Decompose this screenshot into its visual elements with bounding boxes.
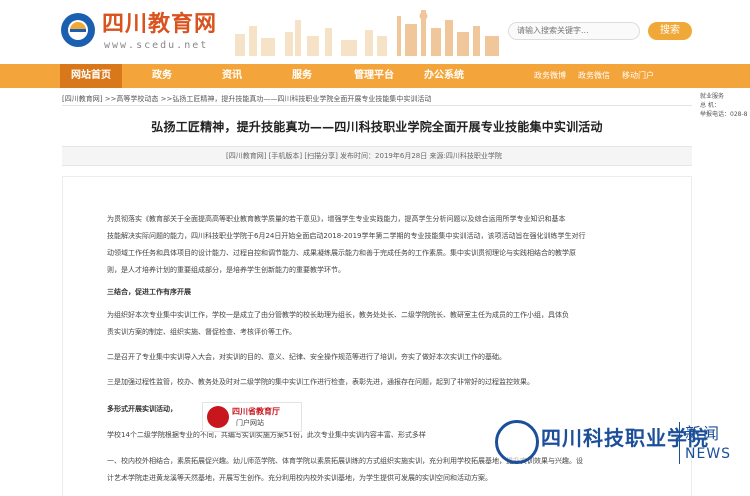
main-nav: 网站首页 政务 资讯 服务 管理平台 办公系统 政务微博 政务微信 移动门户 [0, 64, 750, 88]
nav-item-home[interactable]: 网站首页 [60, 64, 122, 88]
nav-item-weibo[interactable]: 政务微博 [534, 64, 566, 88]
site-logo-icon[interactable] [60, 12, 96, 48]
badge-title: 四川省教育厅 [232, 407, 280, 416]
section-heading: 三结合，促进工作有序开展 [107, 288, 191, 296]
side-contact-panel: 就业服务 总 机： 举报电话：028-8 [700, 92, 750, 122]
divider [62, 105, 692, 106]
watermark-news-cn: 新闻 [685, 424, 722, 443]
paragraph: 技能解决实际问题的能力，四川科技职业学院于6月24日开始全面启动2018-201… [107, 232, 586, 240]
breadcrumb: [四川教育网] >>高等学校动态 >>弘扬工匠精神，提升技能真功——四川科技职业… [62, 92, 692, 106]
article-title: 弘扬工匠精神，提升技能真功——四川科技职业学院全面开展专业技能集中实训活动 [151, 120, 603, 134]
paragraph: 为组织好本次专业集中实训工作，学校一是成立了由分管教学的校长助理为组长，教务处处… [107, 311, 569, 319]
side-line-report: 举报电话：028-8 [700, 111, 748, 118]
paragraph: 计艺术学院走进黄龙溪等天然基地，开展写生创作。充分利用校内校外实训基地，为学生提… [107, 474, 492, 482]
section-heading: 多形式开展实训活动， [107, 405, 177, 413]
watermark-divider [679, 422, 680, 464]
nav-item-mobile[interactable]: 移动门户 [622, 64, 654, 88]
nav-item-management[interactable]: 管理平台 [354, 64, 394, 88]
breadcrumb-item-article: >>弘扬工匠精神，提升技能真功——四川科技职业学院全面开展专业技能集中实训活动 [160, 95, 432, 103]
badge-subtitle: 门户网站 [236, 419, 264, 427]
watermark-school-name: 四川科技职业学院 [541, 426, 709, 450]
paragraph: 为贯彻落实《教育部关于全面提高高等职业教育教学质量的若干意见》，增强学生专业实践… [107, 215, 566, 223]
nav-item-services[interactable]: 服务 [292, 64, 312, 88]
education-department-badge[interactable]: 四川省教育厅 门户网站 [202, 402, 302, 432]
paragraph: 三是加强过程性监管，校办、教务处及时对二级学院的集中实训工作进行检查，表彰先进，… [107, 378, 534, 386]
site-header: 四川教育网 www.scedu.net 请输入搜索关键字... 搜索 [0, 0, 750, 62]
paragraph: 责实训方案的制定、组织实施、督促检查、考核评价等工作。 [107, 328, 296, 336]
article-meta: [四川教育网] [手机版本] [扫描分享] 发布时间：2019年6月28日 来源… [62, 146, 692, 166]
paragraph: 则，是人才培养计划的重要组成部分，是培养学生创新能力的重要教学环节。 [107, 266, 345, 274]
nav-item-government[interactable]: 政务 [152, 64, 172, 88]
search-button[interactable]: 搜索 [648, 22, 692, 40]
national-emblem-icon [207, 406, 229, 428]
site-url: www.scedu.net [104, 40, 209, 51]
breadcrumb-item-site[interactable]: [四川教育网] [62, 95, 102, 103]
nav-item-wechat[interactable]: 政务微信 [578, 64, 610, 88]
nav-item-news[interactable]: 资讯 [222, 64, 242, 88]
side-line-phone: 总 机： [700, 102, 720, 109]
school-news-watermark: 四川科技职业学院 新闻 NEWS [495, 418, 735, 472]
search-input[interactable]: 请输入搜索关键字... [508, 22, 640, 40]
nav-item-office[interactable]: 办公系统 [424, 64, 464, 88]
school-seal-icon [495, 420, 539, 464]
site-name[interactable]: 四川教育网 [102, 13, 217, 37]
watermark-news-en: NEWS [685, 446, 732, 462]
paragraph: 动领域工作任务和具体项目的设计能力、过程自控和调节能力、成果凝练展示能力和善于完… [107, 249, 576, 257]
skyline-decoration-icon [235, 10, 499, 56]
side-line-service[interactable]: 就业服务 [700, 92, 750, 101]
breadcrumb-item-category[interactable]: >>高等学校动态 [105, 95, 159, 103]
paragraph: 二是召开了专业集中实训导入大会，对实训的目的、意义、纪律、安全操作规范等进行了培… [107, 353, 506, 361]
